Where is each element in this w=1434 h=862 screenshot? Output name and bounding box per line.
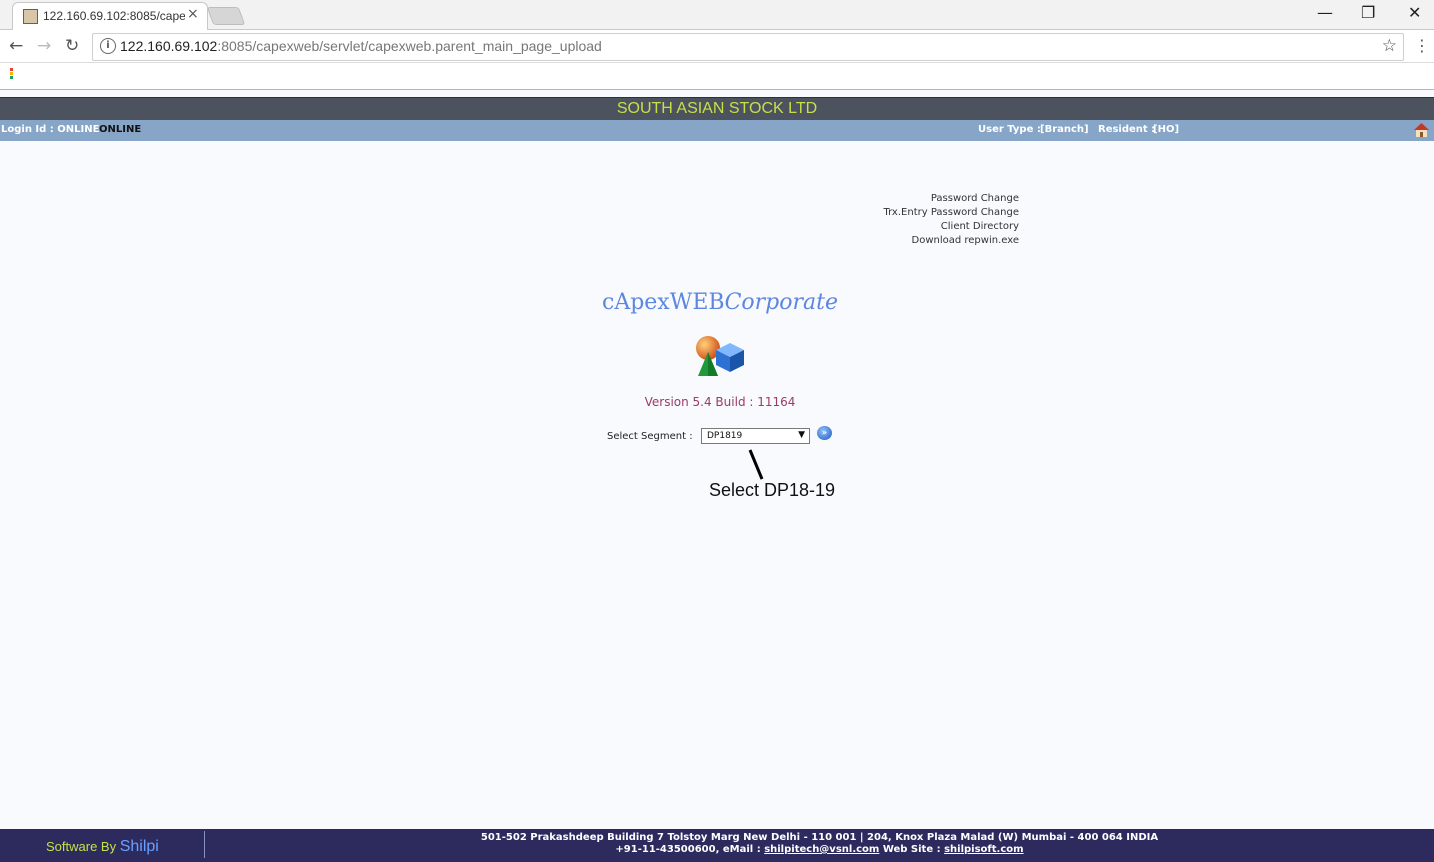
company-header: SOUTH ASIAN STOCK LTD <box>0 97 1434 120</box>
address-line: 501-502 Prakashdeep Building 7 Tolstoy M… <box>480 832 1159 843</box>
apps-icon[interactable] <box>10 68 16 82</box>
minimize-icon[interactable]: — <box>1317 3 1333 22</box>
url-text[interactable]: 122.160.69.102:8085/capexweb/servlet/cap… <box>120 38 602 54</box>
annotation-text: Select DP18-19 <box>709 480 836 500</box>
reload-icon[interactable]: ↻ <box>65 36 79 56</box>
annotation-pointer-line <box>748 449 764 480</box>
software-credit: Software By Shilpi <box>2 831 205 858</box>
bookmarks-bar <box>0 63 1434 90</box>
footer: Software By Shilpi 501-502 Prakashdeep B… <box>0 829 1434 862</box>
website-label: Web Site : <box>879 844 945 855</box>
address-bar[interactable]: i 122.160.69.102:8085/capexweb/servlet/c… <box>92 33 1404 61</box>
website-link[interactable]: shilpisoft.com <box>944 844 1023 855</box>
home-icon[interactable] <box>1413 122 1430 137</box>
bookmark-star-icon[interactable]: ☆ <box>1382 36 1397 56</box>
phone-email-label: +91-11-43500600, eMail : <box>615 844 765 855</box>
resident-label: Resident : <box>1098 124 1156 135</box>
user-type-value: [Branch] <box>1040 124 1089 135</box>
software-vendor: Shilpi <box>119 838 159 855</box>
tab-title: 122.160.69.102:8085/capexweb <box>43 9 185 23</box>
email-link[interactable]: shilpitech@vsnl.com <box>764 844 879 855</box>
login-id-label: Login Id : ONLINE <box>1 124 100 135</box>
go-button[interactable]: » <box>817 426 832 440</box>
user-info-bar: Login Id : ONLINE ONLINE User Type : [Br… <box>0 120 1434 141</box>
window-close-icon[interactable]: ✕ <box>1408 3 1421 22</box>
restore-icon[interactable]: ❐ <box>1361 3 1375 22</box>
password-change-link[interactable]: Password Change <box>883 192 1019 206</box>
download-repwin-link[interactable]: Download repwin.exe <box>883 234 1020 248</box>
back-icon[interactable]: ← <box>9 36 23 56</box>
product-logo-icon <box>696 336 744 376</box>
segment-select[interactable]: DP1819 ▼ <box>701 428 810 444</box>
browser-tab[interactable]: 122.160.69.102:8085/capexweb × <box>12 2 208 30</box>
footer-address: 501-502 Prakashdeep Building 7 Tolstoy M… <box>205 832 1434 856</box>
segment-label: Select Segment : <box>607 431 693 442</box>
dropdown-arrow-icon: ▼ <box>798 430 805 440</box>
login-id-value: ONLINE <box>99 124 142 135</box>
new-tab-button[interactable] <box>206 7 246 25</box>
client-directory-link[interactable]: Client Directory <box>883 220 1019 234</box>
forward-icon[interactable]: → <box>37 36 51 56</box>
user-type-label: User Type : <box>978 124 1041 135</box>
segment-selected-value: DP1819 <box>707 431 743 441</box>
browser-tabstrip: 122.160.69.102:8085/capexweb × — ❐ ✕ <box>0 0 1434 30</box>
browser-menu-icon[interactable]: ⋮ <box>1414 36 1430 55</box>
quick-links: Password Change Trx.Entry Password Chang… <box>883 192 1019 248</box>
version-text: Version 5.4 Build : 11164 <box>644 395 796 409</box>
info-icon[interactable]: i <box>100 38 116 54</box>
browser-toolbar: ← → ↻ i 122.160.69.102:8085/capexweb/ser… <box>0 30 1434 63</box>
tab-close-icon[interactable]: × <box>187 6 199 22</box>
product-brand: cApexWEBCorporate <box>602 290 838 315</box>
favicon-icon <box>23 9 38 24</box>
trx-entry-password-change-link[interactable]: Trx.Entry Password Change <box>883 206 1019 220</box>
company-name: SOUTH ASIAN STOCK LTD <box>616 100 818 117</box>
resident-value: [HO] <box>1153 124 1180 135</box>
